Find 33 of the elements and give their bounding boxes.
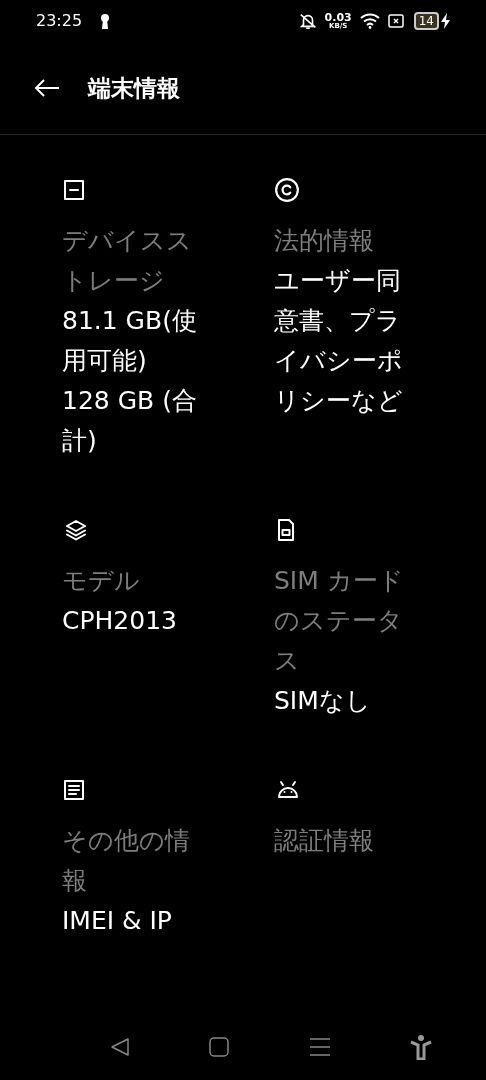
item-value: 128 GB (合計)	[62, 385, 198, 457]
wifi-icon	[359, 13, 380, 29]
item-value: ユーザー同意書、プライバシーポリシーなど	[274, 265, 404, 417]
item-title[interactable]: 認証情報	[274, 821, 424, 861]
back-nav-button[interactable]	[109, 1037, 130, 1057]
item-title[interactable]: SIM カードのステータス	[274, 561, 424, 681]
item-value: 81.1 GB(使用可能)	[62, 305, 198, 377]
back-arrow-icon	[34, 78, 60, 98]
home-button[interactable]	[209, 1037, 230, 1057]
charging-icon	[441, 13, 450, 29]
battery-level: 14	[413, 12, 439, 30]
network-speed: 0.03	[324, 12, 352, 23]
item-value: IMEI & IP	[62, 905, 173, 937]
item-title[interactable]: 法的情報	[274, 221, 424, 261]
no-sim-icon	[387, 14, 404, 28]
status-time: 23:25	[36, 10, 83, 32]
page-title: 端末情報	[88, 73, 180, 103]
item-title[interactable]: モデル	[62, 561, 212, 601]
recents-button[interactable]	[308, 1037, 331, 1057]
keyhole-icon	[100, 13, 111, 29]
document-icon	[62, 778, 86, 802]
accessibility-icon	[410, 1034, 433, 1060]
item-value: SIMなし	[274, 685, 372, 717]
item-title[interactable]: その他の情報	[62, 821, 212, 901]
home-icon	[209, 1037, 230, 1057]
item-title[interactable]: デバイスストレージ	[62, 221, 212, 301]
accessibility-button[interactable]	[410, 1034, 433, 1060]
menu-icon	[308, 1037, 331, 1057]
storage-icon	[62, 178, 86, 202]
copyright-icon	[274, 177, 300, 203]
back-button[interactable]	[34, 78, 60, 98]
item-value: CPH2013	[62, 605, 178, 637]
back-nav-icon	[109, 1037, 130, 1057]
